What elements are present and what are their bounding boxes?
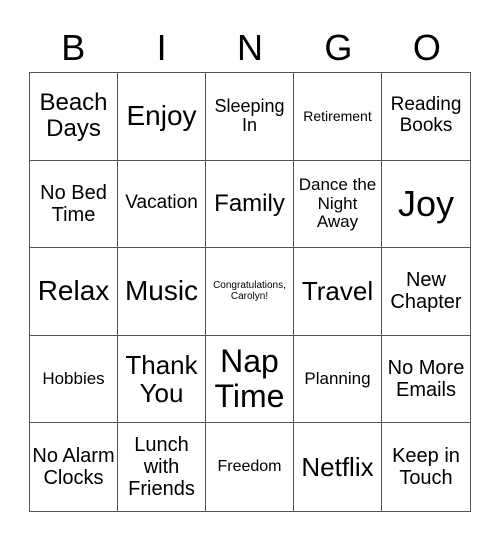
bingo-cell[interactable]: Joy bbox=[382, 161, 470, 249]
bingo-cell[interactable]: Travel bbox=[294, 248, 382, 336]
bingo-cell[interactable]: Netflix bbox=[294, 423, 382, 511]
bingo-cell[interactable]: Sleeping In bbox=[206, 73, 294, 161]
bingo-cell[interactable]: Dance the Night Away bbox=[294, 160, 382, 249]
bingo-cell[interactable]: Hobbies bbox=[30, 335, 118, 424]
bingo-cell[interactable]: Family bbox=[206, 160, 294, 249]
bingo-cell[interactable]: Freedom bbox=[206, 423, 294, 511]
bingo-cell[interactable]: New Chapter bbox=[382, 248, 470, 336]
bingo-cell[interactable]: No Bed Time bbox=[30, 160, 118, 249]
bingo-cell[interactable]: Vacation bbox=[118, 160, 206, 249]
header-letter-o: O bbox=[412, 27, 441, 68]
bingo-cell[interactable]: Lunch with Friends bbox=[118, 423, 206, 511]
bingo-cell[interactable]: Relax bbox=[30, 248, 118, 336]
bingo-grid: Beach Days Enjoy Sleeping In Retirement … bbox=[29, 72, 471, 512]
bingo-cell[interactable]: Music bbox=[118, 248, 206, 336]
bingo-cell[interactable]: Thank You bbox=[118, 335, 206, 424]
bingo-cell[interactable]: Planning bbox=[294, 335, 382, 424]
bingo-cell[interactable]: Beach Days bbox=[30, 73, 118, 161]
free-space-cell[interactable]: Congratulations, Carolyn! bbox=[206, 248, 294, 336]
bingo-cell[interactable]: Keep in Touch bbox=[382, 423, 470, 511]
bingo-cell[interactable]: No More Emails bbox=[382, 336, 470, 424]
bingo-cell[interactable]: Retirement bbox=[294, 73, 382, 161]
header-letter-g: G bbox=[324, 27, 353, 68]
header-letter-n: N bbox=[237, 27, 264, 68]
bingo-cell[interactable]: No Alarm Clocks bbox=[30, 423, 118, 511]
header-letter-b: B bbox=[61, 27, 86, 68]
bingo-header: B I N G O bbox=[29, 24, 471, 72]
bingo-cell[interactable]: Nap Time bbox=[206, 335, 294, 424]
bingo-cell[interactable]: Reading Books bbox=[382, 73, 470, 161]
bingo-cell[interactable]: Enjoy bbox=[118, 73, 206, 161]
header-letter-i: I bbox=[156, 27, 167, 68]
